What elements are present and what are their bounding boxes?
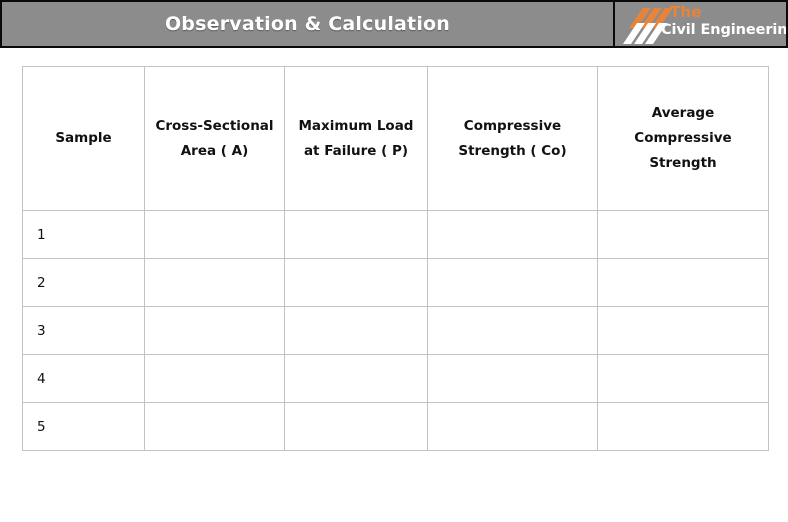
cell-maximum-load[interactable] <box>284 258 428 307</box>
column-header-cross-sectional-area: Cross-Sectional Area ( A) <box>144 66 285 211</box>
cell-sample-number: 5 <box>22 402 145 451</box>
cell-compressive-strength[interactable] <box>427 258 598 307</box>
cell-cross-sectional-area[interactable] <box>144 354 285 403</box>
logo-text-the: The <box>670 3 702 21</box>
column-header-compressive-strength: Compressive Strength ( Co) <box>427 66 598 211</box>
table-row: 5 <box>22 402 769 451</box>
cell-cross-sectional-area[interactable] <box>144 210 285 259</box>
header-title-panel: Observation & Calculation <box>0 0 614 48</box>
cell-compressive-strength[interactable] <box>427 402 598 451</box>
page-header-banner: Observation & Calculation The Civil Engi… <box>0 0 788 48</box>
cell-compressive-strength[interactable] <box>427 354 598 403</box>
header-logo-panel: The Civil Engineering <box>614 0 788 48</box>
cell-average-compressive-strength[interactable] <box>597 258 769 307</box>
cell-sample-number: 1 <box>22 210 145 259</box>
cell-maximum-load[interactable] <box>284 210 428 259</box>
table-row: 2 <box>22 258 769 307</box>
observation-table-container: Sample Cross-Sectional Area ( A) Maximum… <box>22 66 769 451</box>
logo-text-civil-engineering: Civil Engineering <box>661 22 788 38</box>
cell-average-compressive-strength[interactable] <box>597 306 769 355</box>
column-header-sample: Sample <box>22 66 145 211</box>
cell-sample-number: 2 <box>22 258 145 307</box>
cell-maximum-load[interactable] <box>284 306 428 355</box>
table-row: 4 <box>22 354 769 403</box>
column-header-maximum-load-at-failure: Maximum Load at Failure ( P) <box>284 66 428 211</box>
table-row: 1 <box>22 210 769 259</box>
observation-calculation-table: Sample Cross-Sectional Area ( A) Maximum… <box>22 66 769 451</box>
column-header-average-compressive-strength: Average Compressive Strength <box>597 66 769 211</box>
table-header: Sample Cross-Sectional Area ( A) Maximum… <box>22 66 769 211</box>
cell-compressive-strength[interactable] <box>427 306 598 355</box>
cell-maximum-load[interactable] <box>284 402 428 451</box>
table-row: 3 <box>22 306 769 355</box>
table-header-row: Sample Cross-Sectional Area ( A) Maximum… <box>22 66 769 211</box>
cell-maximum-load[interactable] <box>284 354 428 403</box>
cell-sample-number: 4 <box>22 354 145 403</box>
cell-average-compressive-strength[interactable] <box>597 402 769 451</box>
table-body: 1 2 3 4 5 <box>22 210 769 451</box>
cell-sample-number: 3 <box>22 306 145 355</box>
cell-cross-sectional-area[interactable] <box>144 258 285 307</box>
cell-average-compressive-strength[interactable] <box>597 354 769 403</box>
cell-average-compressive-strength[interactable] <box>597 210 769 259</box>
cell-cross-sectional-area[interactable] <box>144 402 285 451</box>
page-title: Observation & Calculation <box>164 13 451 35</box>
brand-logo: The Civil Engineering <box>623 3 786 44</box>
cell-compressive-strength[interactable] <box>427 210 598 259</box>
cell-cross-sectional-area[interactable] <box>144 306 285 355</box>
